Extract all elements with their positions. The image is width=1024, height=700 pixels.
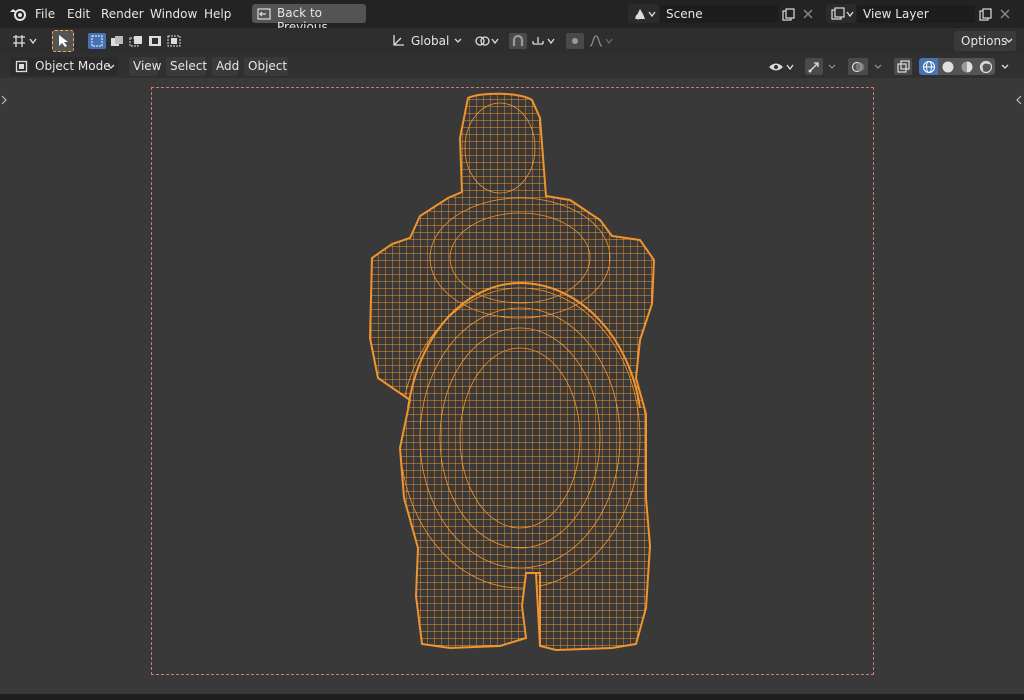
options-label: Options [961, 34, 1008, 48]
wireframe-mesh [368, 92, 656, 652]
snap-target-dropdown[interactable] [529, 31, 559, 51]
wireframe-shading-icon[interactable] [919, 58, 938, 75]
transform-orientation-label: Global [411, 34, 450, 48]
chevron-down-icon[interactable] [870, 58, 886, 75]
back-to-previous-button[interactable]: Back to Previous [252, 4, 366, 34]
viewport-header: Object Mode View Select Add Object [0, 54, 1024, 78]
mode-dropdown[interactable]: Object Mode [10, 57, 118, 76]
menu-add[interactable]: Add [212, 57, 240, 76]
proportional-icon[interactable] [566, 33, 584, 49]
close-icon[interactable] [800, 5, 816, 23]
back-icon [256, 6, 272, 21]
chevron-down-icon [453, 36, 463, 46]
menu-help[interactable]: Help [204, 6, 231, 23]
select-subtract-icon[interactable] [127, 33, 145, 49]
select-intersect-icon[interactable] [165, 33, 183, 49]
chevron-down-icon[interactable] [997, 58, 1013, 75]
menu-object-label: Object [248, 59, 288, 73]
chevron-down-icon [1004, 36, 1014, 46]
select-mode-icons [88, 33, 184, 49]
scene-selector-button[interactable] [628, 4, 659, 23]
proportional-falloff-dropdown[interactable] [586, 31, 616, 51]
scene-icon [631, 6, 657, 21]
visibility-icon [768, 59, 796, 74]
copy-icon[interactable] [977, 5, 993, 23]
snap-icon[interactable] [509, 33, 527, 49]
select-tool-button[interactable] [52, 30, 74, 52]
pivot-dropdown[interactable] [472, 31, 502, 51]
menu-select-label: Select [170, 59, 208, 73]
xray-icon[interactable] [894, 58, 912, 75]
select-new-icon[interactable] [88, 33, 106, 49]
menu-select[interactable]: Select [166, 57, 208, 76]
material-shading-icon[interactable] [957, 58, 976, 75]
menu-add-label: Add [216, 59, 240, 73]
overlay-icon[interactable] [848, 58, 868, 75]
close-icon[interactable] [997, 5, 1013, 23]
visibility-dropdown[interactable] [766, 57, 798, 76]
editor-type-icon [10, 33, 38, 49]
solid-shading-icon[interactable] [938, 58, 957, 75]
view-layer-selector-button[interactable] [826, 4, 856, 23]
tool-settings-bar: Global Options [0, 28, 1024, 54]
copy-icon[interactable] [780, 5, 796, 23]
snap-target-icon [531, 33, 557, 49]
chevron-down-icon [106, 62, 116, 72]
editor-type-button[interactable] [8, 31, 40, 51]
transform-orientation-dropdown[interactable]: Global [387, 31, 465, 51]
menu-view[interactable]: View [129, 57, 162, 76]
menu-object[interactable]: Object [244, 57, 288, 76]
menu-file[interactable]: File [35, 6, 55, 23]
top-bar: File Edit Render Window Help Back to Pre… [0, 0, 1024, 34]
select-tool-icon [55, 33, 71, 49]
gizmo-icon[interactable] [805, 58, 823, 75]
menu-edit[interactable]: Edit [67, 6, 90, 23]
rendered-shading-icon[interactable] [976, 58, 995, 75]
pivot-icon [474, 33, 500, 49]
falloff-icon [588, 33, 614, 49]
select-extend-icon[interactable] [108, 33, 126, 49]
menu-view-label: View [133, 59, 162, 73]
chevron-down-icon[interactable] [824, 58, 840, 75]
options-dropdown[interactable]: Options [954, 31, 1016, 51]
blender-logo[interactable] [8, 6, 28, 22]
select-invert-icon[interactable] [146, 33, 164, 49]
scene-name-field[interactable]: Scene [660, 5, 778, 23]
menu-window[interactable]: Window [150, 6, 197, 23]
status-bar [0, 694, 1024, 700]
menu-render[interactable]: Render [101, 6, 144, 23]
view-layer-name-field[interactable]: View Layer [857, 5, 975, 23]
view-layer-icon [829, 6, 854, 21]
3d-viewport[interactable] [0, 78, 1024, 694]
object-mode-icon [13, 59, 29, 74]
transform-orientation-icon [390, 33, 406, 49]
mode-label: Object Mode [35, 59, 111, 73]
